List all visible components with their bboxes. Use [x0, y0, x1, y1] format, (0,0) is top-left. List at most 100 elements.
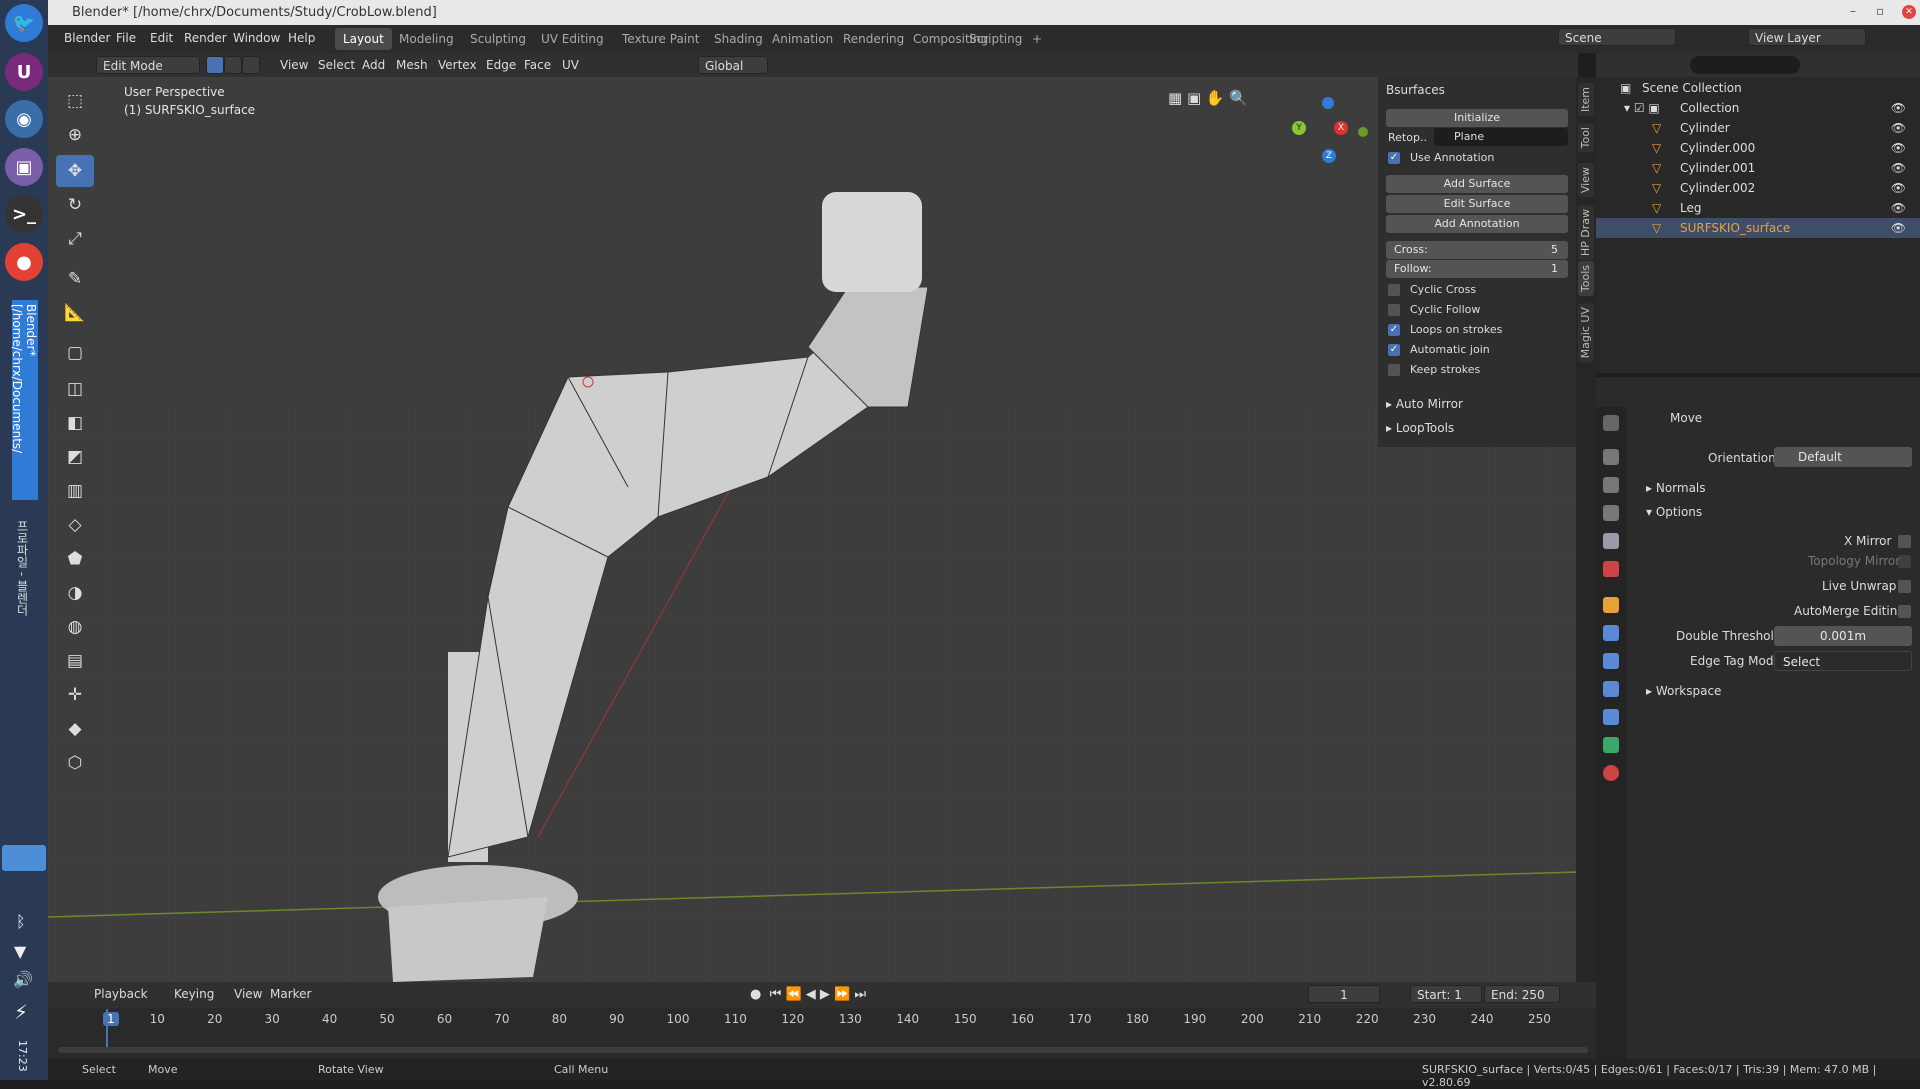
measure-tool-icon[interactable]: 📐: [56, 297, 94, 329]
modifier-tab-icon[interactable]: [1603, 625, 1619, 641]
cyclic-cross-checkbox[interactable]: Cyclic Cross: [1388, 283, 1476, 296]
maximize-button[interactable]: ▫: [1876, 4, 1884, 18]
tab-sculpting[interactable]: Sculpting: [462, 28, 534, 50]
gizmo-y-neg-ball[interactable]: [1358, 127, 1368, 137]
knife-tool-icon[interactable]: ◇: [56, 509, 94, 541]
end-frame-field[interactable]: End: 250: [1484, 985, 1560, 1003]
add-cube-tool-icon[interactable]: ▢: [56, 337, 94, 369]
wifi-icon[interactable]: ▼: [14, 942, 26, 961]
navigation-gizmo[interactable]: X Y Z: [1284, 97, 1368, 177]
menu-add[interactable]: Add: [356, 56, 391, 74]
tab-layout[interactable]: Layout: [335, 28, 392, 50]
menu-view[interactable]: View: [274, 56, 314, 74]
orientation-selector[interactable]: Default: [1774, 447, 1912, 467]
edit-surface-button[interactable]: Edit Surface: [1386, 195, 1568, 213]
menu-render[interactable]: Render: [184, 31, 227, 45]
tab-hp-draw[interactable]: HP Draw: [1578, 205, 1594, 261]
tab-magic-uv[interactable]: Magic UV: [1578, 303, 1594, 363]
close-button[interactable]: ✕: [1902, 5, 1916, 19]
eye-icon[interactable]: 👁: [1891, 161, 1906, 175]
dock-secondary-label[interactable]: 프로파일 - 블렌더: [14, 520, 31, 616]
playhead[interactable]: [106, 1009, 108, 1052]
menu-select[interactable]: Select: [312, 56, 361, 74]
playback-controls[interactable]: ● ⏮ ⏪ ◀ ▶ ⏩ ⏭: [744, 985, 872, 1003]
constraints-tab-icon[interactable]: [1603, 709, 1619, 725]
list-item[interactable]: ▽ Cylinder.000 👁: [1596, 138, 1920, 158]
normals-header[interactable]: ▸ Normals: [1646, 481, 1706, 495]
render-tab-icon[interactable]: [1603, 449, 1619, 465]
chrome-icon[interactable]: ●: [5, 243, 43, 281]
tab-texture-paint[interactable]: Texture Paint: [614, 28, 707, 50]
menu-mesh[interactable]: Mesh: [390, 56, 434, 74]
tab-rendering[interactable]: Rendering: [835, 28, 912, 50]
looptools-header[interactable]: ▸ LoopTools: [1386, 421, 1454, 435]
blender-icon[interactable]: ◉: [5, 100, 43, 138]
smooth-tool-icon[interactable]: ◍: [56, 611, 94, 643]
x-mirror-checkbox[interactable]: [1898, 535, 1911, 548]
tab-tools[interactable]: Tools: [1578, 261, 1594, 297]
bsurfaces-header[interactable]: Bsurfaces: [1386, 83, 1445, 97]
timeline-scrollbar[interactable]: [58, 1047, 1588, 1053]
shrink-tool-icon[interactable]: ✛: [56, 679, 94, 711]
menu-face[interactable]: Face: [518, 56, 557, 74]
add-annotation-button[interactable]: Add Annotation: [1386, 215, 1568, 233]
bevel-tool-icon[interactable]: ◩: [56, 441, 94, 473]
store-icon[interactable]: ▣: [5, 148, 43, 186]
extrude-tool-icon[interactable]: ◫: [56, 373, 94, 405]
menu-file[interactable]: File: [116, 31, 136, 45]
eye-icon[interactable]: 👁: [1891, 141, 1906, 155]
ubuntu-icon[interactable]: U: [5, 53, 43, 91]
marker-menu[interactable]: Marker: [264, 985, 317, 1003]
select-box-tool-icon[interactable]: ⬚: [56, 85, 94, 117]
playback-menu[interactable]: Playback: [88, 985, 154, 1003]
tool-tab-icon[interactable]: [1603, 415, 1619, 431]
minimize-button[interactable]: –: [1850, 4, 1856, 18]
physics-tab-icon[interactable]: [1603, 681, 1619, 697]
view-layer-selector[interactable]: View Layer: [1748, 28, 1866, 46]
poly-build-tool-icon[interactable]: ⬟: [56, 543, 94, 575]
auto-mirror-header[interactable]: ▸ Auto Mirror: [1386, 397, 1463, 411]
add-workspace-button[interactable]: +: [1024, 28, 1050, 50]
list-item[interactable]: ▽ SURFSKIO_surface 👁: [1596, 218, 1920, 238]
retopo-object-field[interactable]: Plane: [1434, 128, 1568, 146]
volume-icon[interactable]: 🔊: [13, 970, 33, 989]
face-select-icon[interactable]: [242, 56, 260, 74]
menu-edit[interactable]: Edit: [150, 31, 173, 45]
gizmo-x-ball[interactable]: X: [1334, 121, 1348, 135]
timeline-view-menu[interactable]: View: [228, 985, 268, 1003]
launcher-icon[interactable]: 🐦: [5, 4, 43, 42]
list-item[interactable]: ▽ Cylinder.002 👁: [1596, 178, 1920, 198]
inset-tool-icon[interactable]: ◧: [56, 407, 94, 439]
list-item[interactable]: ▾ ☑ ▣ Collection 👁: [1596, 98, 1920, 118]
list-item[interactable]: ▽ Cylinder 👁: [1596, 118, 1920, 138]
list-item[interactable]: ▣ Scene Collection: [1596, 78, 1920, 98]
shear-tool-icon[interactable]: ◆: [56, 713, 94, 745]
annotate-tool-icon[interactable]: ✎: [56, 263, 94, 295]
transform-orientation-selector[interactable]: Global: [698, 56, 768, 74]
eye-icon[interactable]: 👁: [1891, 101, 1906, 115]
loop-cut-tool-icon[interactable]: ▥: [56, 475, 94, 507]
start-frame-field[interactable]: Start: 1: [1410, 985, 1482, 1003]
material-tab-icon[interactable]: [1603, 765, 1619, 781]
tab-tool[interactable]: Tool: [1578, 123, 1594, 153]
rip-tool-icon[interactable]: ⬡: [56, 747, 94, 779]
tab-modeling[interactable]: Modeling: [391, 28, 462, 50]
scene-tab-icon[interactable]: [1603, 533, 1619, 549]
keep-strokes-checkbox[interactable]: Keep strokes: [1388, 363, 1480, 376]
edge-select-icon[interactable]: [224, 56, 242, 74]
menu-uv[interactable]: UV: [556, 56, 585, 74]
menu-help[interactable]: Help: [288, 31, 315, 45]
eye-icon[interactable]: 👁: [1891, 221, 1906, 235]
mode-selector[interactable]: Edit Mode: [96, 56, 200, 74]
rotate-tool-icon[interactable]: ↻: [56, 189, 94, 221]
move-tool-icon[interactable]: ✥: [56, 155, 94, 187]
use-annotation-checkbox[interactable]: ✓ Use Annotation: [1388, 151, 1494, 164]
menu-edge[interactable]: Edge: [480, 56, 522, 74]
follow-field[interactable]: Follow: 1: [1386, 260, 1568, 278]
list-item[interactable]: ▽ Cylinder.001 👁: [1596, 158, 1920, 178]
cross-field[interactable]: Cross: 5: [1386, 241, 1568, 259]
edge-slide-tool-icon[interactable]: ▤: [56, 645, 94, 677]
outliner-search-input[interactable]: [1690, 56, 1800, 74]
object-tab-icon[interactable]: [1603, 597, 1619, 613]
gizmo-z-neg-ball[interactable]: Z: [1322, 149, 1336, 163]
